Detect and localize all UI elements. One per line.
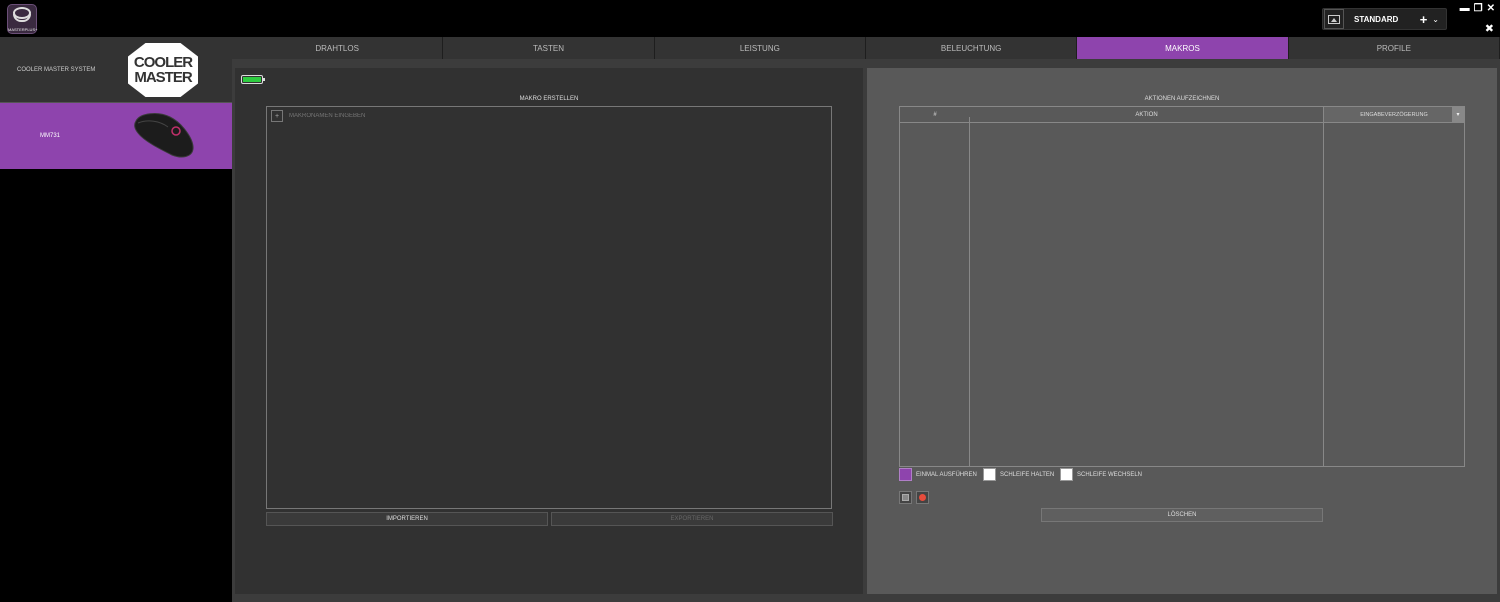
tab-makros[interactable]: MAKROS xyxy=(1077,37,1289,59)
cooler-master-logo: COOLER MASTER xyxy=(128,43,198,97)
window-controls: ▬ ❐ ✕ xyxy=(1460,3,1495,14)
stop-icon xyxy=(902,494,909,501)
system-label: COOLER MASTER SYSTEM xyxy=(17,67,96,73)
column-action: AKTION xyxy=(1135,111,1158,118)
actions-table[interactable]: # AKTION EINGABEVERZÖGERUNG ▾ xyxy=(899,106,1465,467)
input-delay-label: EINGABEVERZÖGERUNG xyxy=(1360,111,1428,118)
logo-line-2: MASTER xyxy=(134,69,192,86)
delete-button[interactable]: LÖSCHEN xyxy=(1041,508,1323,522)
title-bar: MASTERPLUS+ STANDARD + ⌄ ▬ ❐ ✕ ✖ xyxy=(0,0,1500,37)
loop-hold-label: SCHLEIFE HALTEN xyxy=(1000,471,1055,478)
option-run-once[interactable]: EINMAL AUSFÜHREN xyxy=(899,468,977,481)
sidebar-item-device[interactable]: MM731 xyxy=(0,103,232,169)
macro-create-panel: MAKRO ERSTELLEN + IMPORTIEREN EXPORTIERE… xyxy=(235,68,863,594)
macro-create-title: MAKRO ERSTELLEN xyxy=(519,96,579,102)
record-actions-panel: AKTIONEN AUFZEICHNEN # AKTION EINGABEVER… xyxy=(867,68,1497,594)
delay-dropdown-icon[interactable]: ▾ xyxy=(1452,107,1464,122)
battery-level xyxy=(243,77,261,82)
settings-icon[interactable]: ✖ xyxy=(1485,22,1494,35)
column-number: # xyxy=(933,111,937,118)
minimize-icon[interactable]: ▬ xyxy=(1460,3,1470,14)
chevron-down-icon[interactable]: ⌄ xyxy=(1432,15,1439,24)
run-once-label: EINMAL AUSFÜHREN xyxy=(916,471,977,478)
tab-profile[interactable]: PROFILE xyxy=(1289,37,1500,59)
loop-toggle-label: SCHLEIFE WECHSELN xyxy=(1077,471,1143,478)
tab-leistung[interactable]: LEISTUNG xyxy=(655,37,866,59)
macro-list[interactable]: + xyxy=(266,106,832,509)
macro-name-input[interactable] xyxy=(289,111,489,121)
column-divider xyxy=(969,117,970,466)
run-once-checkbox[interactable] xyxy=(899,468,912,481)
profile-selector[interactable]: STANDARD + ⌄ xyxy=(1322,8,1447,30)
sidebar: COOLER MASTER SYSTEM COOLER MASTER MM731 xyxy=(0,37,232,602)
logo-line-1: COOLER xyxy=(133,54,193,71)
import-button[interactable]: IMPORTIEREN xyxy=(266,512,548,526)
profile-image-icon[interactable] xyxy=(1324,9,1344,29)
mouse-image xyxy=(134,113,194,158)
main-tabs: DRAHTLOS TASTEN LEISTUNG BELEUCHTUNG MAK… xyxy=(232,37,1500,59)
close-icon[interactable]: ✕ xyxy=(1487,3,1495,14)
option-loop-toggle[interactable]: SCHLEIFE WECHSELN xyxy=(1060,468,1142,481)
tab-tasten[interactable]: TASTEN xyxy=(443,37,655,59)
profile-name: STANDARD xyxy=(1354,14,1399,24)
record-actions-title: AKTIONEN AUFZEICHNEN xyxy=(1144,96,1220,102)
loop-toggle-checkbox[interactable] xyxy=(1060,468,1073,481)
logo-ring-bottom xyxy=(13,14,31,22)
device-label: MM731 xyxy=(40,133,61,139)
battery-indicator xyxy=(241,75,265,84)
tab-drahtlos[interactable]: DRAHTLOS xyxy=(232,37,444,59)
column-divider xyxy=(1323,123,1324,466)
logo-text: MASTERPLUS+ xyxy=(8,27,38,32)
add-macro-icon[interactable]: + xyxy=(271,110,283,122)
column-input-delay[interactable]: EINGABEVERZÖGERUNG ▾ xyxy=(1323,107,1464,122)
record-button[interactable] xyxy=(916,491,929,504)
export-button[interactable]: EXPORTIEREN xyxy=(551,512,833,526)
masterplus-logo: MASTERPLUS+ xyxy=(7,4,37,34)
option-loop-hold[interactable]: SCHLEIFE HALTEN xyxy=(983,468,1054,481)
restore-icon[interactable]: ❐ xyxy=(1474,3,1483,14)
tab-beleuchtung[interactable]: BELEUCHTUNG xyxy=(866,37,1078,59)
loop-hold-checkbox[interactable] xyxy=(983,468,996,481)
table-header: # AKTION EINGABEVERZÖGERUNG ▾ xyxy=(900,107,1464,123)
record-icon xyxy=(919,494,926,501)
main-content: MAKRO ERSTELLEN + IMPORTIEREN EXPORTIERE… xyxy=(232,59,1500,602)
add-profile-button[interactable]: + xyxy=(1420,12,1428,27)
sidebar-item-system[interactable]: COOLER MASTER SYSTEM COOLER MASTER xyxy=(0,37,232,103)
stop-button[interactable] xyxy=(899,491,912,504)
